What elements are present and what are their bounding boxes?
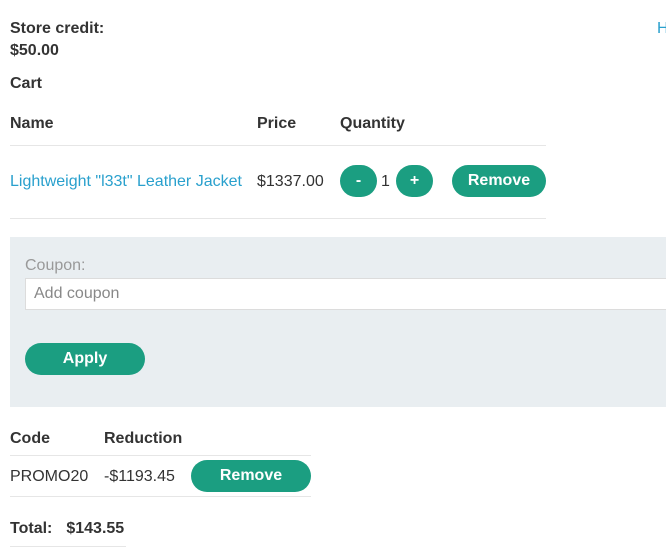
- coupon-reduction: -$1193.45: [104, 468, 175, 485]
- coupon-code: PROMO20: [10, 468, 89, 485]
- total-value: $143.55: [66, 520, 125, 537]
- store-credit-value: $50.00: [10, 42, 59, 59]
- divider: [10, 145, 546, 146]
- coupon-label: Coupon:: [25, 257, 86, 274]
- product-price: $1337.00: [257, 173, 324, 190]
- divider: [10, 218, 546, 219]
- divider: [10, 546, 126, 547]
- column-header-code: Code: [10, 430, 50, 447]
- decrement-quantity-button[interactable]: -: [340, 165, 377, 197]
- top-right-link[interactable]: H: [657, 20, 666, 38]
- column-header-quantity: Quantity: [340, 115, 405, 132]
- cart-title: Cart: [10, 75, 43, 92]
- remove-coupon-button[interactable]: Remove: [191, 460, 311, 492]
- increment-quantity-button[interactable]: +: [396, 165, 433, 197]
- column-header-reduction: Reduction: [104, 430, 183, 447]
- remove-item-button[interactable]: Remove: [452, 165, 546, 197]
- column-header-name: Name: [10, 115, 54, 132]
- apply-coupon-button[interactable]: Apply: [25, 343, 145, 375]
- total-label: Total:: [10, 520, 53, 537]
- total-row: Total: $143.55: [10, 520, 124, 538]
- divider: [10, 455, 311, 456]
- divider: [10, 496, 311, 497]
- coupon-input[interactable]: [25, 278, 666, 310]
- cart-item-row: Lightweight "l33t" Leather Jacket $1337.…: [10, 147, 546, 219]
- store-credit-label: Store credit:: [10, 20, 105, 37]
- column-header-price: Price: [257, 115, 297, 132]
- coupon-panel: Coupon: Apply: [10, 237, 666, 407]
- quantity-value: 1: [381, 173, 390, 190]
- product-link[interactable]: Lightweight "l33t" Leather Jacket: [10, 173, 242, 191]
